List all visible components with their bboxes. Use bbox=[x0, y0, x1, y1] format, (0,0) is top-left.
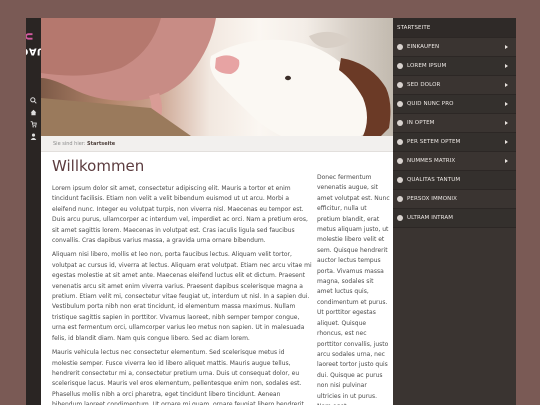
paragraph-2: Aliquam nisi libero, mollis et leo non, … bbox=[52, 251, 312, 342]
cart-icon[interactable] bbox=[26, 118, 41, 130]
circle-icon bbox=[397, 139, 403, 145]
hero-image bbox=[41, 18, 393, 136]
page-wrapper: IGUACU bbox=[26, 18, 516, 405]
circle-icon bbox=[397, 82, 403, 88]
nav-item-ultram-intram[interactable]: ULTRAM INTRAM bbox=[393, 209, 516, 228]
search-icon[interactable] bbox=[26, 94, 41, 106]
nav-item-sed-dolor[interactable]: SED DOLOR bbox=[393, 76, 516, 95]
nav-item-einkaufen[interactable]: EINKAUFEN bbox=[393, 38, 516, 57]
circle-icon bbox=[397, 215, 403, 221]
chevron-right-icon bbox=[505, 121, 508, 125]
toolbar bbox=[26, 94, 41, 142]
home-icon[interactable] bbox=[26, 106, 41, 118]
brand-sidebar: IGUACU bbox=[26, 18, 58, 405]
chevron-right-icon bbox=[505, 64, 508, 68]
nav-item-quid-nunc-pro[interactable]: QUID NUNC PRO bbox=[393, 95, 516, 114]
nav-item-lorem-ipsum[interactable]: LOREM IPSUM bbox=[393, 57, 516, 76]
circle-icon bbox=[397, 101, 403, 107]
paragraph-1: Lorem ipsum dolor sit amet, consectetur … bbox=[52, 185, 308, 245]
nav-item-qualitas-tantum[interactable]: QUALITAS TANTUM bbox=[393, 171, 516, 190]
chevron-right-icon bbox=[505, 102, 508, 106]
circle-icon bbox=[397, 196, 403, 202]
breadcrumb: Sie sind hier: Startseite bbox=[41, 136, 393, 152]
circle-icon bbox=[397, 120, 403, 126]
main-content: Willkommen Lorem ipsum dolor sit amet, c… bbox=[52, 154, 312, 405]
page-title: Willkommen bbox=[52, 157, 145, 175]
nav-item-nummes-matrix[interactable]: NUMMES MATRIX bbox=[393, 152, 516, 171]
nav-item-persox-immonix[interactable]: PERSOX IMMONIX bbox=[393, 190, 516, 209]
breadcrumb-prefix: Sie sind hier: bbox=[53, 141, 86, 147]
chevron-right-icon bbox=[505, 140, 508, 144]
circle-icon bbox=[397, 44, 403, 50]
site-logo[interactable]: IGUACU bbox=[26, 22, 58, 80]
circle-icon bbox=[397, 177, 403, 183]
chevron-right-icon bbox=[505, 83, 508, 87]
chevron-right-icon bbox=[505, 159, 508, 163]
user-icon[interactable] bbox=[26, 130, 41, 142]
nav-item-in-optem[interactable]: IN OPTEM bbox=[393, 114, 516, 133]
circle-icon bbox=[397, 63, 403, 69]
nav-item-per-setem-optem[interactable]: PER SETEM OPTEM bbox=[393, 133, 516, 152]
sidebar-text: Donec fermentum venenatis augue, sit ame… bbox=[317, 174, 390, 405]
breadcrumb-current[interactable]: Startseite bbox=[87, 141, 115, 147]
chevron-right-icon bbox=[505, 45, 508, 49]
main-navigation: STARTSEITE EINKAUFEN LOREM IPSUM SED DOL… bbox=[393, 18, 516, 405]
nav-item-startseite[interactable]: STARTSEITE bbox=[393, 18, 516, 38]
paragraph-3: Mauris vehicula lectus nec consectetur e… bbox=[52, 349, 304, 405]
circle-icon bbox=[397, 158, 403, 164]
